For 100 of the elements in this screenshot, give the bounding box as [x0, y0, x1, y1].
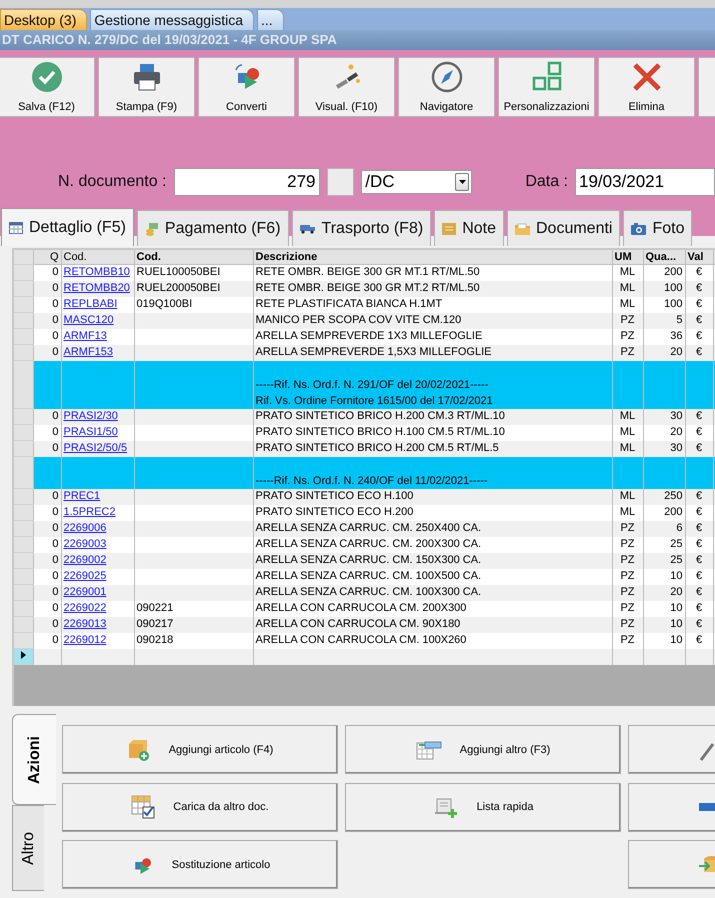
table-cell: RUEL200050BEI [136, 282, 220, 294]
action-button[interactable]: Aggiungi altro (F3) [345, 725, 621, 774]
tab[interactable]: Trasporto (F8) [292, 210, 432, 246]
order-reference: Rif. Vs. Ordine Fornitore 1615/00 del 17/02/2021 [256, 394, 494, 408]
side-tab[interactable]: Altro [12, 805, 44, 891]
tab[interactable]: Note [434, 210, 504, 246]
field-label: N. documento : [58, 173, 166, 191]
action-button[interactable]: Sostituzione articolo [62, 840, 338, 890]
toolbar-button[interactable]: Stampa (F9) [98, 57, 195, 117]
window-tab[interactable]: Gestione messaggistica [90, 9, 254, 30]
column-header[interactable]: Descrizione [253, 250, 612, 264]
column-header[interactable]: Cod. [134, 250, 253, 264]
window-tab[interactable]: ... [257, 9, 284, 30]
toolbar-button[interactable]: Visual. (F10) [298, 57, 395, 117]
tab[interactable]: Pagamento (F6) [136, 210, 289, 246]
table-cell: 10 [643, 616, 685, 632]
table-cell: 20 [643, 584, 685, 600]
column-header[interactable]: Val [685, 250, 713, 264]
date-field[interactable]: 19/03/2021 [575, 168, 715, 196]
table-cell: RUEL100050BEI [136, 266, 220, 278]
table-cell: ARELLA SENZA CARRUC. CM. 150X300 CA. [253, 552, 612, 568]
action-button[interactable]: Aggiungi articolo (F4) [62, 725, 338, 774]
table-cell: ML [612, 440, 643, 456]
table-cell: 0 [33, 440, 61, 456]
table-cell: € [685, 488, 713, 504]
compass-icon [430, 61, 462, 93]
article-code-link[interactable]: 2269003 [64, 538, 106, 550]
table-cell: ARELLA SEMPREVERDE 1,5X3 MILLEFOGLIE [253, 344, 612, 360]
table-cell: 090218 [136, 634, 174, 646]
toolbar-button[interactable]: Converti [198, 57, 295, 117]
table-cell: PRATO SINTETICO BRICO H.200 CM.5 RT/ML.5 [253, 440, 612, 456]
table-cell: 0 [33, 520, 61, 536]
article-code-link[interactable]: RETOMBB10 [64, 266, 130, 278]
article-code-link[interactable]: 2269022 [64, 602, 106, 614]
article-code-link[interactable]: PRASI1/50 [64, 426, 118, 438]
column-header[interactable]: Q [33, 250, 61, 264]
table-cell: ML [612, 280, 643, 296]
window-tab[interactable]: Desktop (3) [0, 9, 88, 30]
coins-icon [144, 222, 159, 236]
field-label: Data : [525, 173, 568, 191]
table-cell: 0 [33, 312, 61, 328]
table-cell: 0 [33, 616, 61, 632]
toolbar-button[interactable]: Navigatore [398, 57, 495, 117]
table-cell: 0 [33, 280, 61, 296]
table-cell: € [685, 344, 713, 360]
table-cell: PRATO SINTETICO BRICO H.200 CM.3 RT/ML.10 [253, 408, 612, 424]
table-cell: € [685, 280, 713, 296]
article-code-link[interactable]: 2269025 [64, 570, 106, 582]
document-title: DT CARICO N. 279/DC del 19/03/2021 - 4F GROUP SPA [0, 30, 715, 50]
tab[interactable]: Dettaglio (F5) [1, 208, 134, 246]
table-cell: PZ [612, 344, 643, 360]
table-cell: PZ [612, 552, 643, 568]
document-number-field[interactable]: 279 [174, 168, 320, 196]
toolbar-button[interactable]: Personalizzazioni [498, 57, 595, 117]
table-cell: 100 [643, 280, 685, 296]
camera-icon [631, 222, 646, 234]
article-code-link[interactable]: 2269012 [64, 634, 106, 646]
table-cell: 019Q100BI [136, 298, 192, 310]
tab[interactable]: Foto [623, 210, 692, 246]
table-cell: ML [612, 488, 643, 504]
article-code-link[interactable]: ARMF13 [64, 330, 107, 342]
table-cell: 0 [33, 408, 61, 424]
folder-icon [514, 222, 530, 234]
table-cell: 250 [643, 488, 685, 504]
action-button[interactable]: Carica da altro doc. [62, 782, 338, 832]
table-cell: € [685, 616, 713, 632]
table-cell: RETE OMBR. BEIGE 300 GR MT.2 RT/ML.50 [253, 280, 612, 296]
series-dropdown[interactable]: /DC [361, 170, 472, 194]
toolbar-button[interactable]: Elimina [598, 57, 695, 117]
table-cell: € [685, 552, 713, 568]
table-cell: 090221 [136, 602, 174, 614]
table-cell: 20 [643, 344, 685, 360]
table-cell: 090217 [136, 618, 174, 630]
toolbar-button[interactable]: Salva (F12) [0, 57, 95, 117]
table-cell: € [685, 312, 713, 328]
side-tab[interactable]: Azioni [12, 714, 56, 806]
delete-icon [630, 61, 662, 93]
column-header[interactable]: UM [612, 250, 643, 264]
table-cell: 0 [33, 488, 61, 504]
note-icon [442, 222, 456, 234]
action-button[interactable]: Lista rapida [345, 782, 621, 832]
article-code-link[interactable]: 1.5PREC2 [64, 506, 116, 518]
table-cell: 0 [33, 344, 61, 360]
empty-field[interactable] [326, 168, 354, 196]
table-cell: 30 [643, 408, 685, 424]
table-check-icon [131, 795, 156, 820]
article-code-link[interactable]: REPLBABI [64, 298, 118, 310]
table-cell: ARELLA CON CARRUCOLA CM. 90X180 [253, 616, 612, 632]
tab[interactable]: Documenti [506, 210, 620, 246]
column-header[interactable]: Cod. [61, 250, 134, 264]
table-cell: 5 [643, 312, 685, 328]
order-reference: -----Rif. Ns. Ord.f. N. 291/OF del 20/02/2021----- [256, 378, 490, 392]
checkmark-icon [30, 61, 62, 93]
table-cell: 25 [643, 552, 685, 568]
box-add-icon [126, 738, 151, 762]
table-cell: € [685, 520, 713, 536]
table-cell: PRATO SINTETICO ECO H.100 [253, 488, 612, 504]
column-header[interactable]: Qua... [643, 250, 685, 264]
table-cell: PZ [612, 584, 643, 600]
table-cell: € [685, 584, 713, 600]
